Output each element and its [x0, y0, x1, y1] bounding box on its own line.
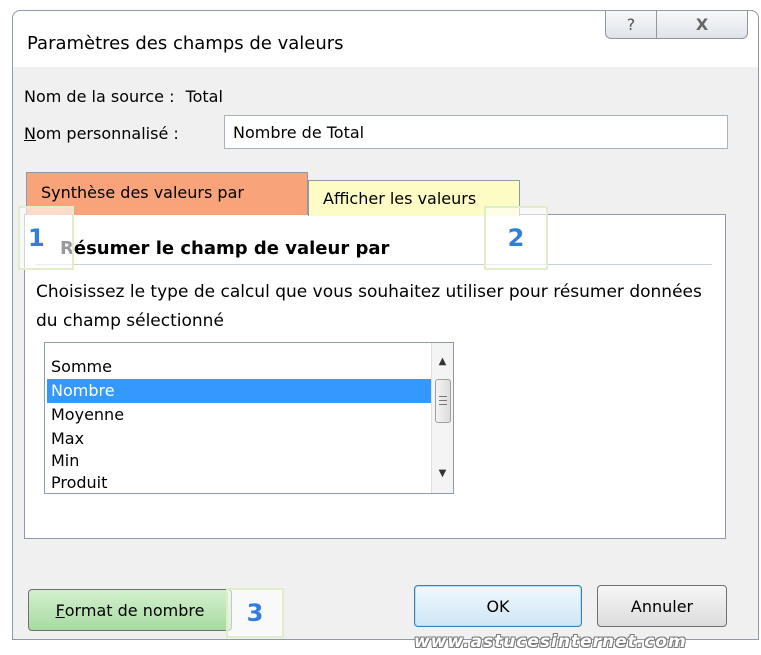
scroll-down-arrow-icon[interactable]: ▼: [432, 463, 453, 483]
list-item[interactable]: Max: [47, 427, 431, 451]
calculation-type-list[interactable]: Somme Nombre Moyenne Max Min Produit ▲ ▼: [44, 342, 454, 494]
callout-2: 2: [484, 206, 548, 270]
number-format-button[interactable]: Format de nombre: [28, 589, 232, 631]
close-icon: X: [695, 15, 709, 34]
callout-1: 1: [18, 206, 74, 270]
help-icon: ?: [626, 15, 636, 34]
source-name-label: Nom de la source :: [24, 87, 175, 106]
watermark: www.astucesinternet.com: [414, 632, 687, 652]
callout-3: 3: [226, 588, 284, 638]
section-title: Résumer le champ de valeur par: [60, 238, 390, 259]
cancel-button[interactable]: Annuler: [597, 585, 727, 627]
scroll-thumb[interactable]: [435, 379, 451, 423]
calculation-description: Choisissez le type de calcul que vous so…: [36, 282, 702, 331]
list-item[interactable]: Moyenne: [47, 403, 431, 427]
list-item[interactable]: Somme: [47, 355, 431, 379]
source-name-value: Total: [185, 87, 223, 106]
list-item-selected[interactable]: Nombre: [47, 379, 431, 403]
grip-line: [439, 404, 447, 405]
grip-line: [439, 400, 447, 401]
custom-name-input[interactable]: [224, 115, 728, 149]
custom-name-label: Nom personnalisé :: [24, 124, 179, 143]
source-name-row: Nom de la source : Total: [24, 87, 223, 106]
help-button[interactable]: ?: [605, 11, 657, 39]
grip-line: [439, 396, 447, 397]
list-scrollbar[interactable]: ▲ ▼: [431, 343, 453, 493]
dialog-title: Paramètres des champs de valeurs: [27, 33, 344, 54]
list-item[interactable]: Produit: [47, 471, 431, 493]
scroll-up-arrow-icon[interactable]: ▲: [432, 351, 453, 371]
section-divider: [36, 264, 712, 265]
ok-button[interactable]: OK: [414, 585, 582, 627]
close-button[interactable]: X: [656, 11, 748, 39]
list-item[interactable]: Min: [47, 449, 431, 473]
